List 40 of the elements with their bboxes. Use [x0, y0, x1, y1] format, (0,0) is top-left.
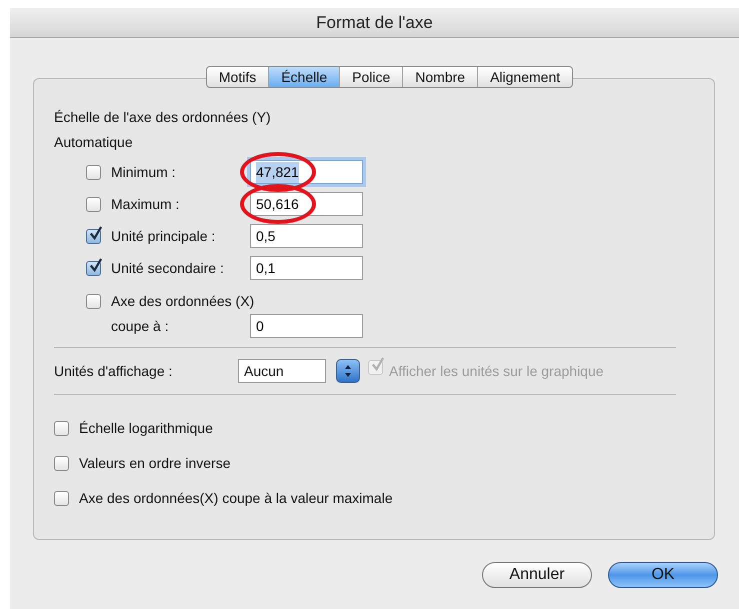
input-field[interactable]: 0,1: [250, 256, 363, 280]
checkbox[interactable]: [86, 228, 101, 244]
cancel-button[interactable]: Annuler: [482, 562, 592, 588]
checkbox-label: Afficher les unités sur le graphique: [389, 362, 604, 381]
checkbox[interactable]: [86, 294, 101, 309]
check-icon: [88, 226, 103, 240]
checkbox[interactable]: [54, 456, 69, 471]
checkbox[interactable]: [54, 491, 69, 506]
tab[interactable]: Motifs: [206, 67, 268, 87]
tab[interactable]: Alignement: [477, 67, 572, 87]
checkbox-label: Valeurs en ordre inverse: [79, 454, 230, 473]
field-label: Unité principale :: [111, 226, 216, 246]
ok-button[interactable]: OK: [608, 562, 718, 588]
input-field[interactable]: 50,616: [250, 192, 363, 216]
field-label: coupe à :: [111, 316, 170, 336]
section-title: Échelle de l'axe des ordonnées (Y): [54, 108, 272, 127]
checkbox[interactable]: [86, 260, 101, 276]
tab[interactable]: Nombre: [402, 67, 478, 87]
checkbox[interactable]: [86, 196, 101, 212]
field-label: Unités d'affichage :: [54, 362, 174, 381]
field-label: Unité secondaire :: [111, 258, 225, 278]
input-field[interactable]: Aucun: [238, 359, 326, 383]
checkbox[interactable]: [86, 164, 101, 180]
check-icon: [88, 258, 103, 272]
input-field[interactable]: 0,5: [250, 224, 363, 248]
tab[interactable]: Échelle: [268, 67, 340, 87]
check-icon: [370, 357, 385, 372]
input-field[interactable]: 0: [250, 314, 363, 338]
field-label: Maximum :: [111, 194, 180, 214]
up-down-arrows-icon: [344, 364, 352, 378]
checkbox-label: Échelle logarithmique: [79, 419, 213, 438]
tab[interactable]: Police: [339, 67, 402, 87]
field-label: Minimum :: [111, 162, 177, 182]
window-title: Format de l'axe: [316, 12, 433, 34]
section-subtitle: Automatique: [54, 133, 134, 152]
field-label: Axe des ordonnées (X): [111, 292, 254, 311]
checkbox[interactable]: [54, 421, 69, 436]
input-field[interactable]: 47,821: [250, 160, 363, 184]
stepper-button[interactable]: [336, 359, 360, 383]
checkbox-label: Axe des ordonnées(X) coupe à la valeur maximale: [79, 489, 393, 508]
